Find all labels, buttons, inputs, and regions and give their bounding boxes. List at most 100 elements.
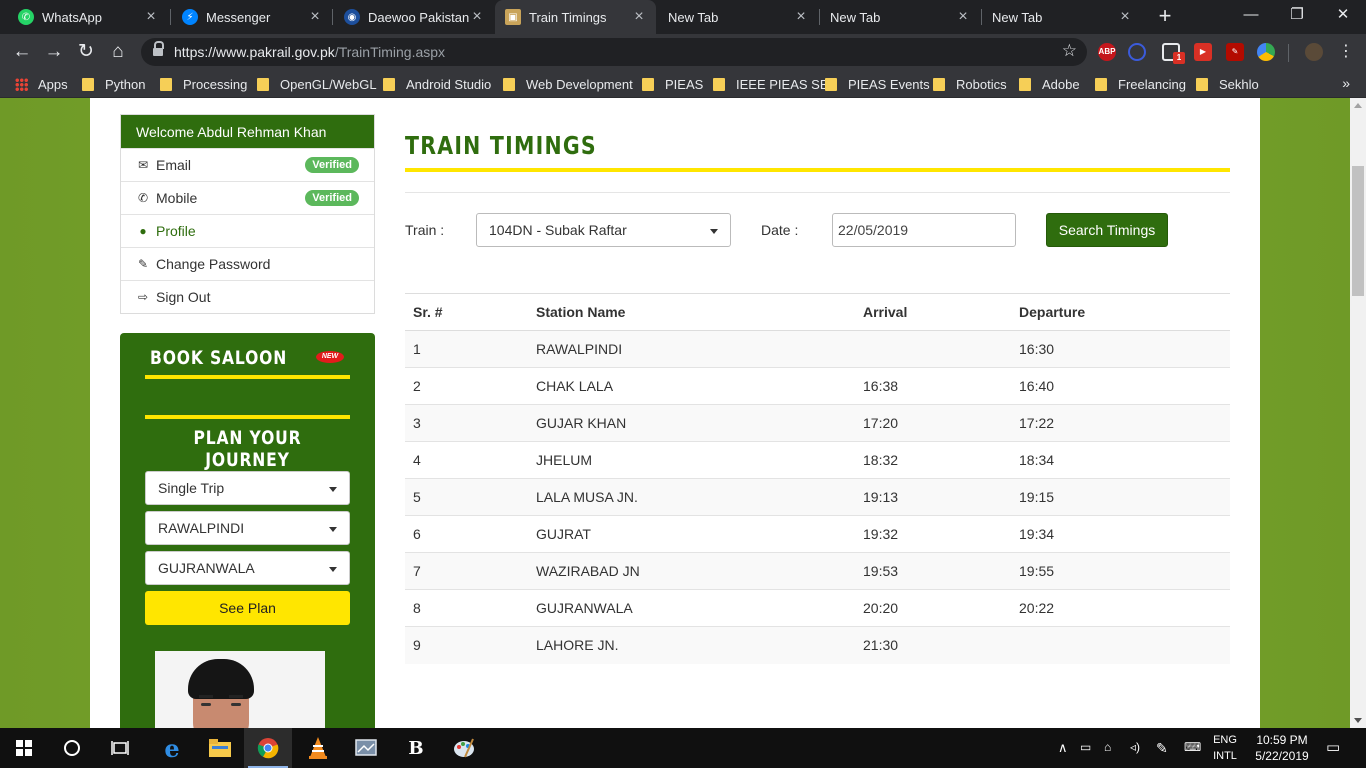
system-clock[interactable]: 10:59 PM 5/22/2019 <box>1252 732 1312 764</box>
home-button[interactable]: ⌂ <box>106 40 130 64</box>
account-profile-link[interactable]: ● Profile <box>121 214 374 247</box>
bookmark-folder[interactable]: Python <box>82 76 145 92</box>
google-drive-icon[interactable] <box>1257 43 1275 61</box>
page-scrollbar[interactable] <box>1350 98 1366 728</box>
account-change-password-link[interactable]: ✎ Change Password <box>121 247 374 280</box>
bookmark-folder[interactable]: IEEE PIEAS SB <box>713 76 829 92</box>
bookmark-folder[interactable]: Robotics <box>933 76 1007 92</box>
bookmark-label: PIEAS Events <box>848 76 930 92</box>
task-view-icon <box>111 741 129 755</box>
back-button[interactable]: ← <box>10 40 34 64</box>
extension-search-icon[interactable] <box>1128 43 1146 61</box>
account-item-label: Sign Out <box>156 289 211 305</box>
account-mobile-row[interactable]: ✆ Mobile Verified <box>121 181 374 214</box>
account-email-row[interactable]: ✉ Email Verified <box>121 148 374 181</box>
pdf-icon[interactable]: ✎ <box>1226 43 1244 61</box>
search-button[interactable] <box>48 728 96 768</box>
folder-icon <box>257 77 269 91</box>
taskbar-app-5[interactable] <box>342 728 390 768</box>
page-viewport: Welcome Abdul Rehman Khan ✉ Email Verifi… <box>0 98 1350 728</box>
close-icon[interactable]: × <box>1118 8 1132 26</box>
train-select[interactable]: 104DN - Subak Raftar <box>476 213 731 247</box>
bookmark-folder[interactable]: PIEAS Events <box>825 76 930 92</box>
taskbar-paint[interactable] <box>440 728 488 768</box>
book-saloon-link[interactable]: BOOK SALOON <box>150 347 287 369</box>
to-station-select[interactable]: GUJRANWALA <box>145 551 350 585</box>
date-label: Date : <box>761 222 799 238</box>
close-icon[interactable]: × <box>144 8 158 26</box>
taskbar-app-6[interactable]: B <box>392 728 440 768</box>
bookmark-folder[interactable]: PIEAS <box>642 76 703 92</box>
bookmark-folder[interactable]: Web Development <box>503 76 633 92</box>
network-icon[interactable]: ⌂ <box>1104 740 1111 754</box>
close-icon[interactable]: × <box>632 8 646 26</box>
menu-icon[interactable]: ⋮ <box>1334 40 1358 64</box>
arrival-cell: 16:38 <box>855 367 1011 405</box>
title-underline <box>405 168 1230 172</box>
tab-train-timings[interactable]: ▣ Train Timings × <box>495 0 656 34</box>
keyboard-layout: INTL <box>1213 750 1237 762</box>
profile-avatar-icon[interactable] <box>1305 43 1323 61</box>
scrollbar-thumb[interactable] <box>1352 166 1364 296</box>
tab-daewoo[interactable]: ◉ Daewoo Pakistan E × <box>334 0 494 34</box>
bookmark-folder[interactable]: Android Studio <box>383 76 491 92</box>
envelope-icon: ✉ <box>137 158 149 172</box>
bookmark-folder[interactable]: Freelancing <box>1095 76 1186 92</box>
photo-hair <box>188 659 254 699</box>
close-icon[interactable]: × <box>470 8 484 26</box>
trip-type-select[interactable]: Single Trip <box>145 471 350 505</box>
scroll-down-icon[interactable] <box>1354 718 1362 723</box>
pen-icon[interactable]: ✎ <box>1156 740 1168 757</box>
notifications-icon[interactable]: ▭ <box>1326 738 1340 756</box>
taskbar-vlc[interactable] <box>294 728 342 768</box>
see-plan-button[interactable]: See Plan <box>145 591 350 625</box>
reload-button[interactable]: ↻ <box>74 40 98 64</box>
bookmark-star-icon[interactable]: ☆ <box>1062 41 1077 61</box>
tab-new-2[interactable]: New Tab × <box>820 0 980 34</box>
task-view-button[interactable] <box>96 728 144 768</box>
restore-button[interactable]: ❐ <box>1274 0 1320 30</box>
search-timings-button[interactable]: Search Timings <box>1046 213 1168 247</box>
tab-new-3[interactable]: New Tab × <box>982 0 1142 34</box>
volume-icon[interactable]: ◃) <box>1130 740 1140 754</box>
bookmark-label: Adobe <box>1042 76 1080 92</box>
taskbar-edge[interactable]: e <box>148 728 196 768</box>
taskbar-file-explorer[interactable] <box>196 728 244 768</box>
folder-icon <box>713 77 725 91</box>
language-indicator[interactable]: ENG INTL <box>1208 732 1242 764</box>
bookmark-folder[interactable]: Sekhlo <box>1196 76 1259 92</box>
departure-cell: 17:22 <box>1011 404 1230 442</box>
close-icon[interactable]: × <box>794 8 808 26</box>
serial-cell: 1 <box>405 330 528 368</box>
forward-button[interactable]: → <box>42 40 66 64</box>
taskbar-chrome[interactable] <box>244 728 292 768</box>
close-icon[interactable]: × <box>308 8 322 26</box>
bookmark-folder[interactable]: Processing <box>160 76 247 92</box>
table-row: 6 GUJRAT 19:32 19:34 <box>405 515 1230 553</box>
departure-cell: 18:34 <box>1011 441 1230 479</box>
battery-icon[interactable]: ▭ <box>1080 740 1091 754</box>
window-close-button[interactable]: ✕ <box>1320 0 1366 30</box>
date-input[interactable]: 22/05/2019 <box>832 213 1016 247</box>
tray-expand-icon[interactable]: ∧ <box>1058 740 1068 756</box>
close-icon[interactable]: × <box>956 8 970 26</box>
keyboard-icon[interactable]: ⌨ <box>1184 740 1201 754</box>
adblock-icon[interactable]: ABP <box>1098 43 1116 61</box>
bookmark-folder[interactable]: OpenGL/WebGL <box>257 76 377 92</box>
address-bar[interactable]: https://www.pakrail.gov.pk/TrainTiming.a… <box>141 38 1087 66</box>
bookmarks-overflow-icon[interactable]: » <box>1342 75 1350 91</box>
scroll-up-icon[interactable] <box>1354 103 1362 108</box>
video-icon[interactable]: ▶ <box>1194 43 1212 61</box>
bookmark-folder[interactable]: Adobe <box>1019 76 1080 92</box>
new-tab-button[interactable]: + <box>1154 5 1176 27</box>
from-station-select[interactable]: RAWALPINDI <box>145 511 350 545</box>
start-button[interactable] <box>0 728 48 768</box>
tab-messenger[interactable]: ⚡ Messenger × <box>172 0 332 34</box>
minimize-button[interactable]: — <box>1228 0 1274 30</box>
notification-icon[interactable]: 1 <box>1162 43 1185 64</box>
tab-new-1[interactable]: New Tab × <box>658 0 818 34</box>
bookmark-label: Sekhlo <box>1219 76 1259 92</box>
bookmark-apps[interactable]: Apps <box>15 76 68 92</box>
account-signout-link[interactable]: ⇨ Sign Out <box>121 280 374 313</box>
tab-whatsapp[interactable]: ✆ WhatsApp × <box>8 0 168 34</box>
